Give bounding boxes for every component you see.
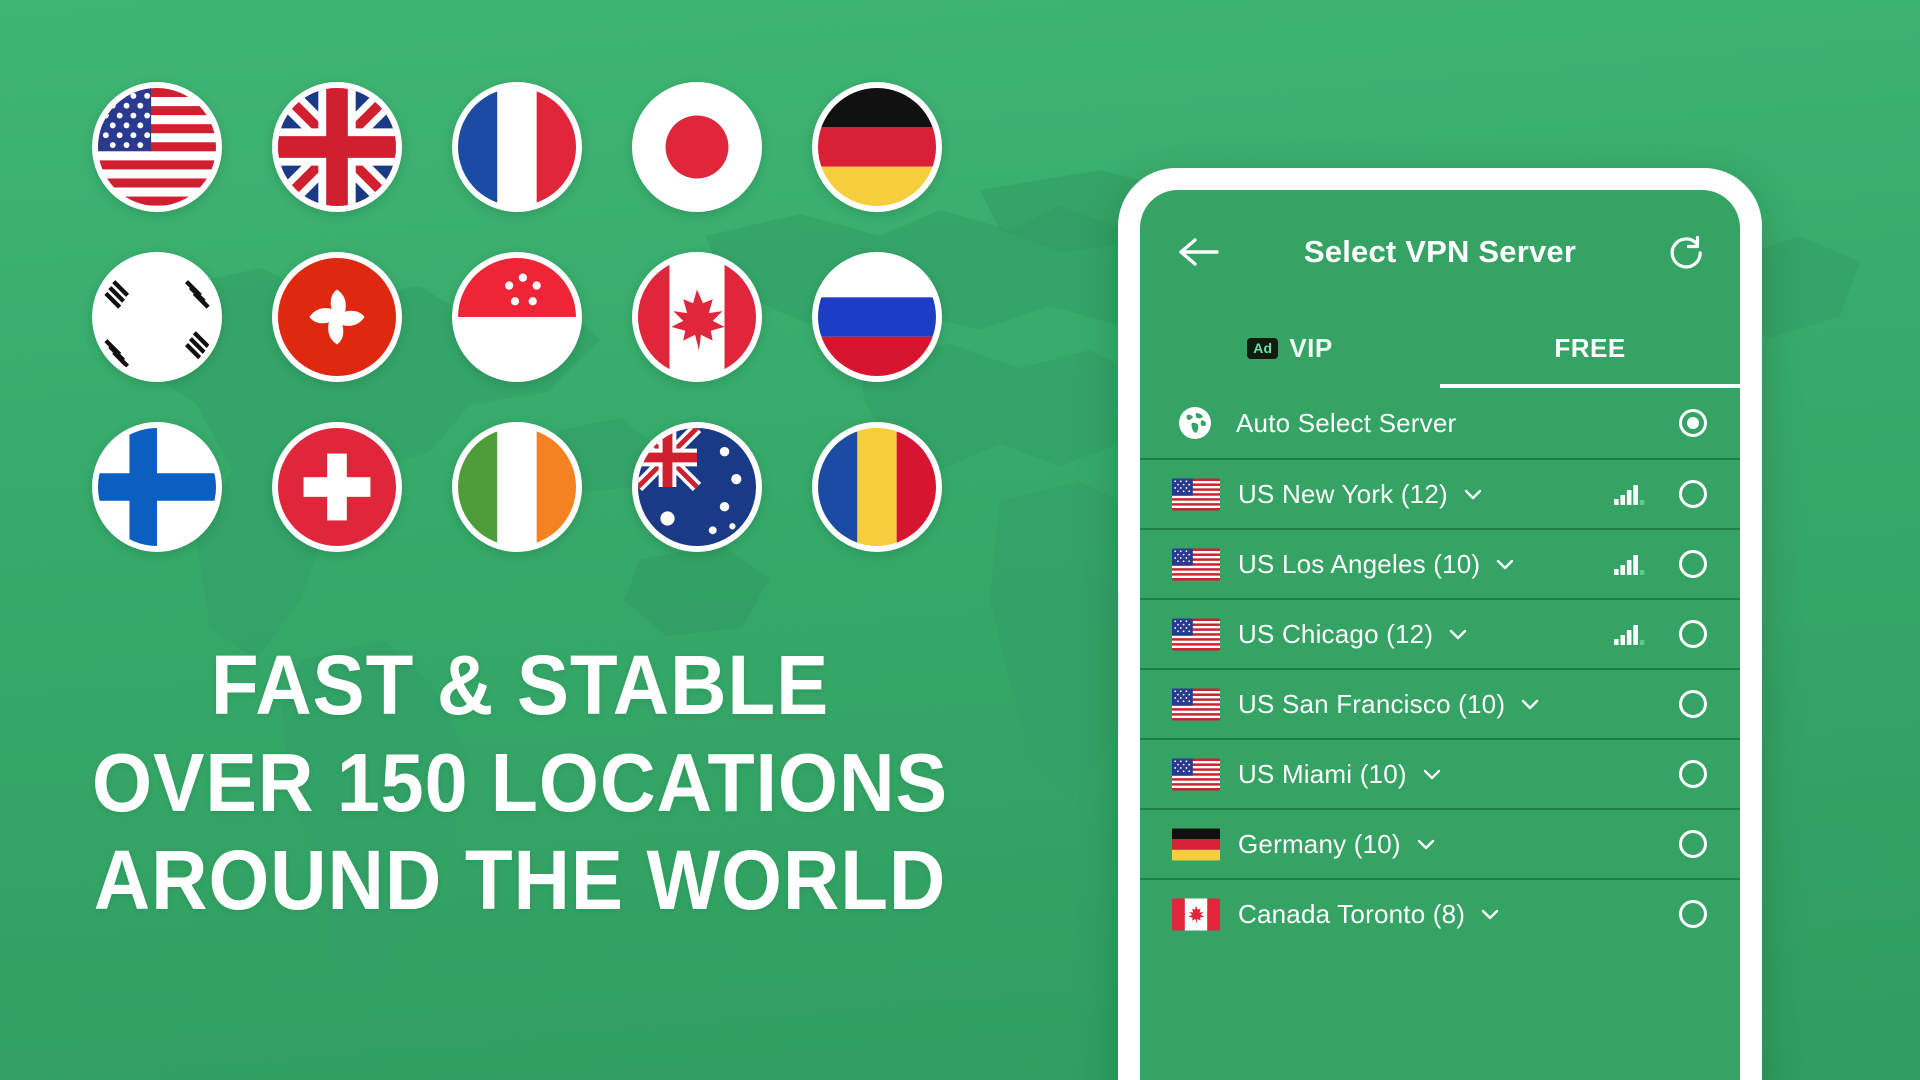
server-row[interactable]: Germany (10) <box>1140 808 1740 878</box>
flag-united-kingdom <box>272 82 402 212</box>
headline-line-3: AROUND THE WORLD <box>93 833 947 928</box>
page-title: Select VPN Server <box>1303 234 1577 269</box>
flag-us-icon <box>1172 548 1220 581</box>
flag-france <box>452 82 582 212</box>
server-label: US Chicago (12) <box>1238 618 1434 649</box>
chevron-down-icon[interactable] <box>1519 693 1541 715</box>
flag-finland <box>92 422 222 552</box>
flag-singapore <box>452 252 582 382</box>
chevron-down-icon[interactable] <box>1462 483 1484 505</box>
signal-strength-icon <box>1614 551 1648 577</box>
phone-mockup: Select VPN Server Ad VIP FREE Auto Selec… <box>1118 168 1762 1080</box>
server-label: US San Francisco (10) <box>1238 688 1506 719</box>
flag-grid <box>92 82 942 552</box>
promo-headline: FAST & STABLE OVER 150 LOCATIONS AROUND … <box>36 636 1003 930</box>
tab-free-label: FREE <box>1554 332 1626 363</box>
headline-line-1: FAST & STABLE <box>210 638 830 732</box>
chevron-down-icon[interactable] <box>1479 903 1501 925</box>
chevron-down-icon[interactable] <box>1494 553 1516 575</box>
flag-us-icon <box>1172 618 1220 651</box>
server-row[interactable]: Canada Toronto (8) <box>1140 878 1740 948</box>
flag-us-icon <box>1172 758 1220 791</box>
signal-strength-icon <box>1614 481 1648 507</box>
app-bar: Select VPN Server <box>1140 190 1740 308</box>
server-radio-button[interactable] <box>1678 619 1708 649</box>
refresh-icon[interactable] <box>1666 234 1704 272</box>
flag-romania <box>812 422 942 552</box>
server-row[interactable]: US Los Angeles (10) <box>1140 528 1740 598</box>
server-row[interactable]: Auto Select Server <box>1140 388 1740 458</box>
flag-canada <box>632 252 762 382</box>
ad-badge: Ad <box>1247 337 1279 359</box>
flag-japan <box>632 82 762 212</box>
server-row[interactable]: US San Francisco (10) <box>1140 668 1740 738</box>
signal-strength-icon <box>1614 831 1648 857</box>
flag-us-icon <box>1172 688 1220 721</box>
server-row[interactable]: US New York (12) <box>1140 458 1740 528</box>
server-row[interactable]: US Miami (10) <box>1140 738 1740 808</box>
flag-south-korea <box>92 252 222 382</box>
server-label: Canada Toronto (8) <box>1238 898 1466 929</box>
flag-de-icon <box>1172 828 1220 861</box>
flag-switzerland <box>272 422 402 552</box>
flag-germany <box>812 82 942 212</box>
server-row[interactable]: US Chicago (12) <box>1140 598 1740 668</box>
flag-australia <box>632 422 762 552</box>
server-label: Germany (10) <box>1238 828 1401 859</box>
server-radio-button[interactable] <box>1678 479 1708 509</box>
signal-strength-icon <box>1614 621 1648 647</box>
server-label: US Miami (10) <box>1238 758 1407 789</box>
server-label: US Los Angeles (10) <box>1238 548 1481 579</box>
server-radio-button[interactable] <box>1678 408 1708 438</box>
server-radio-button[interactable] <box>1678 689 1708 719</box>
tab-vip[interactable]: Ad VIP <box>1140 308 1440 388</box>
flag-hong-kong <box>272 252 402 382</box>
server-radio-button[interactable] <box>1678 899 1708 929</box>
server-radio-button[interactable] <box>1678 829 1708 859</box>
signal-strength-icon <box>1614 410 1648 436</box>
tab-bar: Ad VIP FREE <box>1140 308 1740 388</box>
tab-free[interactable]: FREE <box>1440 308 1740 388</box>
flag-ca-icon <box>1172 898 1220 931</box>
signal-strength-icon <box>1614 901 1648 927</box>
chevron-down-icon[interactable] <box>1415 833 1437 855</box>
globe-icon <box>1178 406 1212 440</box>
server-radio-button[interactable] <box>1678 759 1708 789</box>
flag-ireland <box>452 422 582 552</box>
server-label: US New York (12) <box>1238 478 1448 509</box>
phone-screen: Select VPN Server Ad VIP FREE Auto Selec… <box>1140 190 1740 1080</box>
server-label: Auto Select Server <box>1236 407 1457 438</box>
flag-russia <box>812 252 942 382</box>
chevron-down-icon[interactable] <box>1421 763 1443 785</box>
signal-strength-icon <box>1614 761 1648 787</box>
promo-panel: FAST & STABLE OVER 150 LOCATIONS AROUND … <box>0 0 1120 1080</box>
headline-line-2: OVER 150 LOCATIONS <box>91 736 949 830</box>
flag-us-icon <box>1172 478 1220 511</box>
signal-strength-icon <box>1614 691 1648 717</box>
chevron-down-icon[interactable] <box>1447 623 1469 645</box>
server-list: Auto Select Server US New York (12) US Los… <box>1140 388 1740 948</box>
tab-vip-label: VIP <box>1289 332 1333 363</box>
server-radio-button[interactable] <box>1678 549 1708 579</box>
flag-united-states <box>92 82 222 212</box>
